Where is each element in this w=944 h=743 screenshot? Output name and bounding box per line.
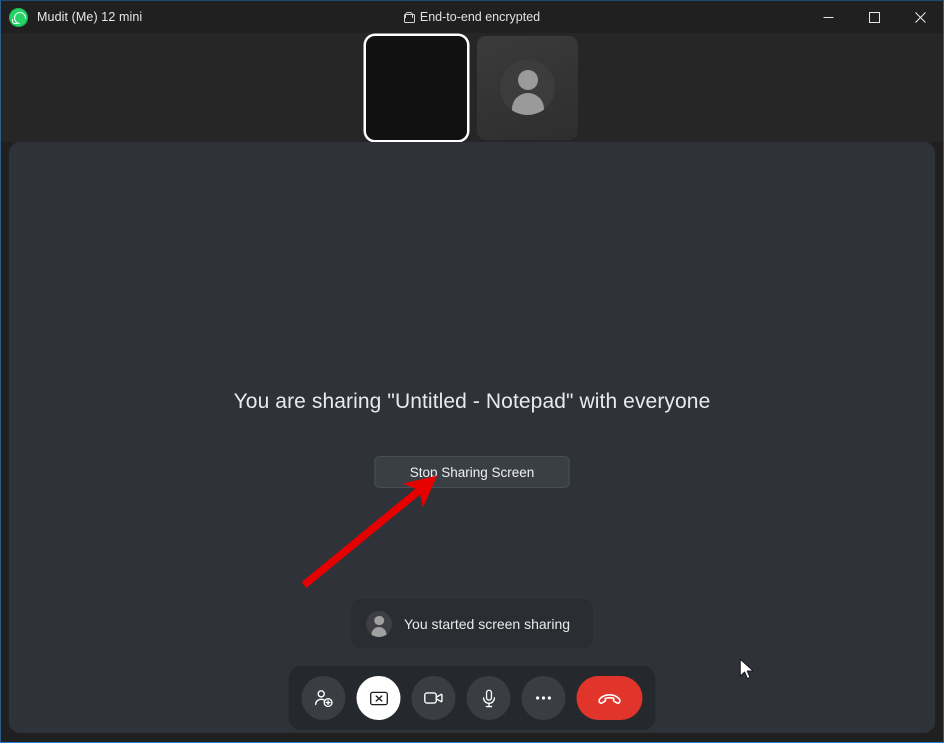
close-button[interactable] — [897, 1, 943, 33]
close-icon — [914, 11, 926, 23]
minimize-icon — [823, 16, 833, 18]
whatsapp-call-window: Mudit (Me) 12 mini End-to-end encrypted — [0, 0, 944, 743]
minimize-button[interactable] — [805, 1, 851, 33]
camera-toggle-button[interactable] — [411, 676, 456, 720]
video-camera-icon — [424, 692, 443, 704]
screen-share-toast: You started screen sharing — [350, 599, 594, 648]
thumbnail-self-screenshare[interactable] — [366, 35, 467, 140]
stop-screen-share-button[interactable] — [356, 676, 401, 720]
encryption-label: End-to-end encrypted — [419, 10, 541, 24]
call-stage: You are sharing "Untitled - Notepad" wit… — [9, 142, 935, 733]
window-controls — [805, 1, 943, 33]
maximize-icon — [868, 11, 880, 23]
window-title: Mudit (Me) 12 mini — [37, 10, 143, 24]
toast-message: You started screen sharing — [403, 615, 571, 632]
participant-thumbnail-strip — [1, 33, 943, 142]
microphone-toggle-button[interactable] — [466, 676, 511, 720]
ellipsis-icon — [536, 696, 551, 700]
more-options-button[interactable] — [521, 676, 566, 720]
stop-screen-share-icon — [369, 691, 388, 705]
maximize-button[interactable] — [851, 1, 897, 33]
call-control-bar — [288, 666, 656, 730]
whatsapp-icon — [9, 7, 28, 27]
person-avatar-icon — [365, 610, 392, 637]
hangup-phone-icon — [598, 694, 621, 704]
microphone-icon — [482, 689, 495, 707]
lock-icon — [403, 11, 415, 23]
add-participant-button[interactable] — [301, 676, 346, 720]
title-bar-left: Mudit (Me) 12 mini — [1, 7, 143, 27]
end-call-button[interactable] — [576, 676, 643, 720]
sharing-status-text: You are sharing "Untitled - Notepad" wit… — [233, 390, 711, 413]
add-person-icon — [315, 690, 333, 708]
thumbnail-peer[interactable] — [477, 35, 578, 140]
person-avatar-icon — [500, 60, 555, 115]
title-bar: Mudit (Me) 12 mini End-to-end encrypted — [1, 1, 943, 33]
stop-sharing-screen-button[interactable]: Stop Sharing Screen — [374, 456, 570, 488]
